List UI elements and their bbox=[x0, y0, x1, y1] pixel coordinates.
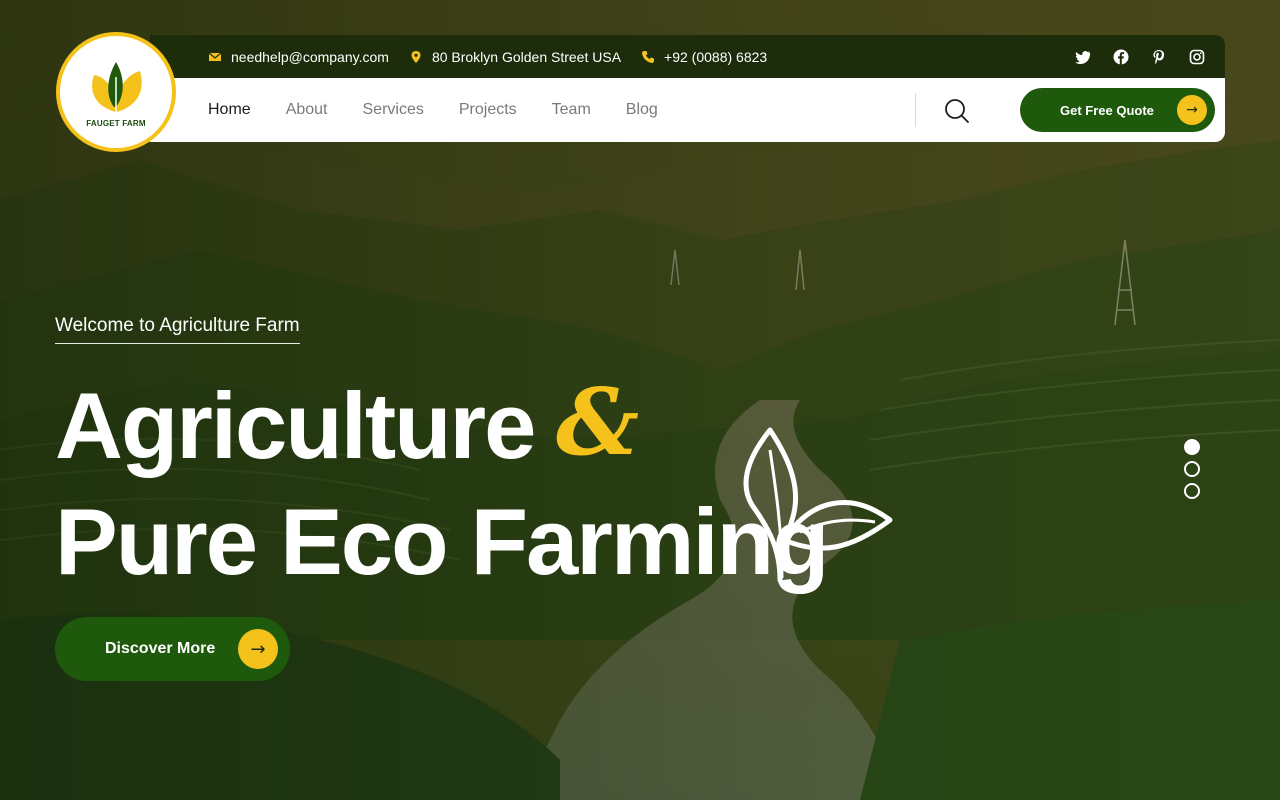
pinterest-icon[interactable] bbox=[1151, 49, 1167, 65]
hero-headline-line1: Agriculture bbox=[55, 373, 536, 478]
brand-name: FAUGET FARM bbox=[86, 118, 146, 128]
contact-address: 80 Broklyn Golden Street USA bbox=[409, 49, 621, 65]
brand-logo[interactable]: FAUGET FARM bbox=[56, 32, 176, 152]
contact-address-text: 80 Broklyn Golden Street USA bbox=[431, 48, 622, 65]
slider-pagination bbox=[1184, 439, 1200, 499]
leaf-logo-icon bbox=[92, 61, 142, 112]
twitter-icon[interactable] bbox=[1075, 49, 1091, 65]
contact-email-text: needhelp@company.com bbox=[231, 48, 389, 65]
search-icon[interactable] bbox=[943, 97, 971, 125]
hero-headline: Agriculture Pure Eco Farming bbox=[55, 368, 829, 600]
get-free-quote-label: Get Free Quote bbox=[1060, 102, 1154, 118]
nav-team[interactable]: Team bbox=[552, 101, 591, 119]
arrow-right-icon: → bbox=[238, 629, 278, 669]
contact-phone-text: +92 (0088) 6823 bbox=[664, 48, 768, 65]
slider-dot-2[interactable] bbox=[1184, 461, 1200, 477]
contact-phone[interactable]: +92 (0088) 6823 bbox=[641, 49, 767, 65]
nav-blog[interactable]: Blog bbox=[626, 101, 658, 119]
nav-divider bbox=[915, 93, 916, 127]
hero-kicker: Welcome to Agriculture Farm bbox=[55, 315, 300, 344]
location-pin-icon bbox=[409, 50, 423, 64]
facebook-icon[interactable] bbox=[1113, 49, 1129, 65]
social-links bbox=[1075, 49, 1205, 65]
get-free-quote-button[interactable]: Get Free Quote → bbox=[1020, 88, 1215, 132]
leaf-sprout-icon bbox=[743, 427, 893, 583]
contact-email[interactable]: needhelp@company.com bbox=[208, 49, 389, 65]
arrow-right-icon: → bbox=[1177, 95, 1207, 125]
nav-services[interactable]: Services bbox=[363, 101, 424, 119]
discover-more-label: Discover More bbox=[105, 640, 216, 657]
mail-icon bbox=[208, 50, 222, 64]
discover-more-button[interactable]: Discover More → bbox=[55, 617, 290, 681]
instagram-icon[interactable] bbox=[1189, 49, 1205, 65]
top-contact-bar: needhelp@company.com 80 Broklyn Golden S… bbox=[150, 35, 1225, 78]
nav-projects[interactable]: Projects bbox=[459, 101, 517, 119]
phone-icon bbox=[641, 50, 655, 64]
hero-ampersand: & bbox=[556, 368, 640, 476]
nav-home[interactable]: Home bbox=[208, 101, 251, 119]
slider-dot-1[interactable] bbox=[1184, 439, 1200, 455]
main-navbar: Home About Services Projects Team Blog G… bbox=[150, 78, 1225, 142]
slider-dot-3[interactable] bbox=[1184, 483, 1200, 499]
hero-headline-line2: Pure Eco Farming bbox=[55, 489, 829, 594]
nav-about[interactable]: About bbox=[286, 101, 328, 119]
